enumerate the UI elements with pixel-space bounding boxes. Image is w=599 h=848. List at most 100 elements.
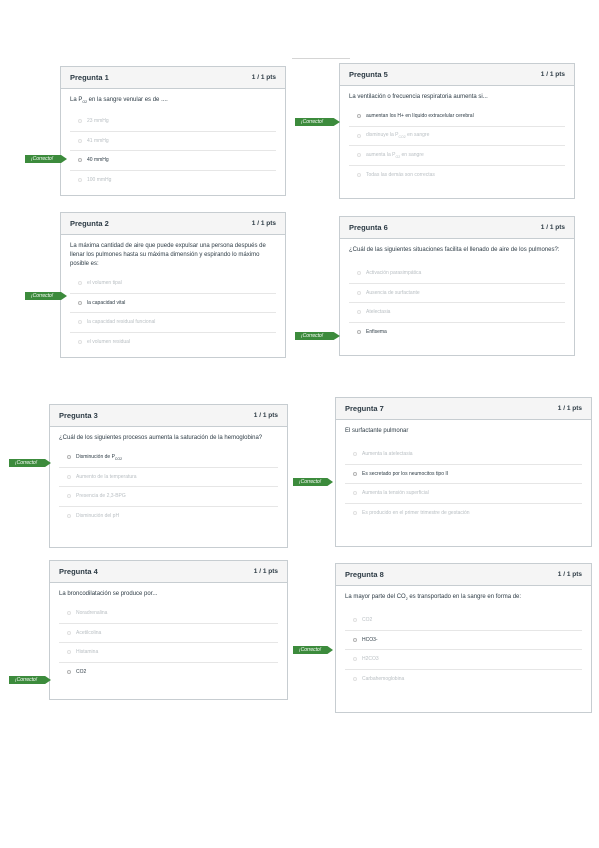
question-card: Pregunta 7 1 / 1 pts El surfactante pulmon… [335,397,592,547]
radio-icon[interactable] [78,320,82,325]
text-part: La P [70,97,83,103]
answer-label: aumentan los H+ en líquido extracelular … [366,113,474,120]
answer-option[interactable]: Aumenta la atelectasia [345,445,582,465]
radio-icon[interactable] [353,452,357,457]
radio-icon[interactable] [78,158,82,163]
answer-option[interactable]: el volumen tipal [70,274,276,294]
answer-list: Noradrenalina Acetilcolina Histamina CO2 [59,604,278,682]
radio-icon[interactable] [78,281,82,286]
radio-icon[interactable] [357,173,361,178]
answer-option[interactable]: Acetilcolina [59,624,278,643]
answer-option[interactable]: aumentan los H+ en líquido extracelular … [349,107,565,127]
radio-icon[interactable] [67,474,71,479]
answer-option[interactable]: Ausencia de surfactante [349,284,565,303]
radio-icon[interactable] [353,618,357,623]
answer-option[interactable]: Atelectasia [349,303,565,323]
radio-icon[interactable] [67,494,71,499]
answer-option[interactable]: Disminución del pH [59,507,278,527]
radio-icon[interactable] [357,310,361,315]
answer-label: 41 mmHg [87,137,109,144]
answer-option[interactable]: H2CO3 [345,650,582,670]
answer-option[interactable]: aumenta la PO2 en sangre [349,146,565,166]
answer-option[interactable]: 23 mmHg [70,112,276,132]
radio-icon[interactable] [78,138,82,143]
answer-list: Aumenta la atelectasia Es secretado por l… [345,445,582,523]
answer-option[interactable]: Es secretado por los neumocitos tipo II [345,465,582,484]
answer-label: aumenta la PO2 en sangre [366,152,424,159]
answer-option[interactable]: Noradrenalina [59,604,278,624]
radio-icon[interactable] [78,178,82,183]
answer-option[interactable]: disminuye la PCO2 en sangre [349,127,565,146]
answer-option[interactable]: el volumen residual [70,333,276,353]
answer-option[interactable]: Disminución de PCO2 [59,448,278,468]
radio-icon[interactable] [78,119,82,124]
answer-option[interactable]: 100 mmHg [70,171,276,191]
question-title: Pregunta 8 [345,570,384,579]
radio-icon[interactable] [357,153,361,158]
answer-option[interactable]: la capacidad vital [70,294,276,313]
text-part: en sangre [400,151,424,158]
answer-option[interactable]: 41 mmHg [70,132,276,152]
answer-label: Activación parasimpática [366,270,422,277]
answer-option[interactable]: Es producido en el primer trimestre de g… [345,504,582,524]
radio-icon[interactable] [67,650,71,655]
question-text: La máxima cantidad de aire que puede exp… [70,243,266,267]
radio-icon[interactable] [353,471,357,476]
answer-option[interactable]: Carbahemoglobina [345,670,582,690]
radio-icon[interactable] [67,455,71,460]
answer-label: Es producido en el primer trimestre de g… [362,510,470,517]
answer-option[interactable]: Aumento de la temperatura [59,468,278,487]
answer-option[interactable]: Histamina [59,643,278,663]
question-points: 1 / 1 pts [540,71,565,78]
question-card: Pregunta 6 1 / 1 pts ¿Cuál de las siguient… [339,216,575,356]
text-part: es transportado en la sangre en forma de… [407,594,522,600]
text-part: en la sangre venular es de .... [87,97,168,103]
radio-icon[interactable] [353,637,357,642]
answer-option[interactable]: la capacidad residual funcional [70,313,276,333]
radio-icon[interactable] [78,340,82,345]
correct-flag: ¡Correcto! [293,478,333,486]
question-points: 1 / 1 pts [251,220,276,227]
answer-label: el volumen tipal [87,280,122,287]
answer-label: Presencia de 2,3-BPG [76,493,126,500]
page-divider [292,58,350,59]
radio-icon[interactable] [353,511,357,516]
answer-option[interactable]: 40 mmHg [70,151,276,171]
question-text: La PO2 en la sangre venular es de .... [70,96,276,107]
answer-option[interactable]: Todas las demás son correctas [349,166,565,186]
radio-icon[interactable] [357,330,361,335]
answer-label: Carbahemoglobina [362,676,405,683]
question-header: Pregunta 6 1 / 1 pts [340,217,574,239]
answer-option[interactable]: Enfisema [349,323,565,343]
question-card: Pregunta 2 1 / 1 pts La máxima cantidad de… [60,212,286,358]
answer-option[interactable]: CO2 [345,611,582,631]
radio-icon[interactable] [357,271,361,276]
question-points: 1 / 1 pts [253,412,278,419]
answer-label: Noradrenalina [76,610,108,617]
answer-option[interactable]: Aumenta la tensión superficial [345,484,582,504]
radio-icon[interactable] [67,611,71,616]
radio-icon[interactable] [78,300,82,305]
question-points: 1 / 1 pts [557,571,582,578]
answer-option[interactable]: Activación parasimpática [349,264,565,284]
radio-icon[interactable] [353,657,357,662]
answer-label: la capacidad vital [87,299,126,306]
correct-flag: ¡Correcto! [25,292,67,300]
radio-icon[interactable] [67,630,71,635]
question-header: Pregunta 8 1 / 1 pts [336,564,591,586]
question-header: Pregunta 1 1 / 1 pts [61,67,285,89]
answer-option[interactable]: CO2 [59,663,278,683]
answer-option[interactable]: HCO3- [345,631,582,650]
question-text: El surfactante pulmonar [345,428,409,434]
radio-icon[interactable] [357,133,361,138]
radio-icon[interactable] [353,677,357,682]
radio-icon[interactable] [67,670,71,675]
radio-icon[interactable] [353,491,357,496]
radio-icon[interactable] [357,114,361,119]
radio-icon[interactable] [67,514,71,519]
correct-flag: ¡Correcto! [9,676,51,684]
question-points: 1 / 1 pts [253,568,278,575]
answer-option[interactable]: Presencia de 2,3-BPG [59,487,278,507]
question-card: Pregunta 1 1 / 1 pts La PO2 en la sangre v… [60,66,286,196]
radio-icon[interactable] [357,290,361,295]
